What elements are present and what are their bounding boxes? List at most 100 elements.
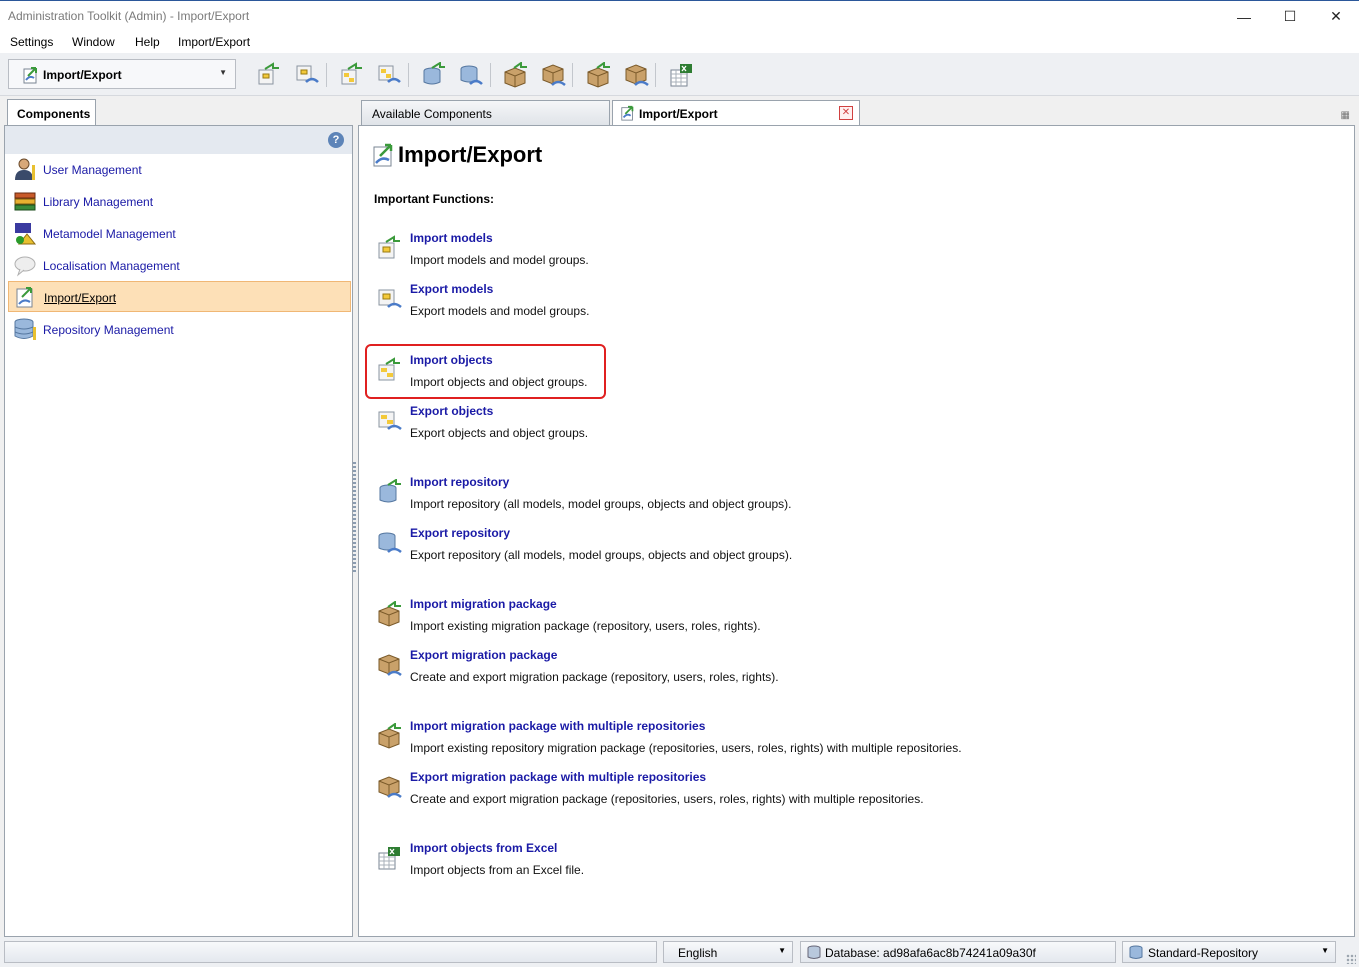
user-icon bbox=[15, 158, 35, 180]
section-heading: Important Functions: bbox=[374, 192, 494, 206]
function-link[interactable]: Import migration package with multiple r… bbox=[410, 719, 705, 733]
import-export-icon bbox=[373, 143, 393, 167]
window-title: Administration Toolkit (Admin) - Import/… bbox=[8, 9, 250, 23]
menu-window[interactable]: Window bbox=[72, 35, 115, 49]
menu-settings[interactable]: Settings bbox=[10, 35, 53, 49]
export-repository-icon[interactable] bbox=[458, 62, 484, 88]
function-link[interactable]: Import objects bbox=[410, 353, 493, 367]
function-link[interactable]: Import models bbox=[410, 231, 493, 245]
close-tab-icon[interactable]: ✕ bbox=[839, 106, 853, 120]
menu-import-export[interactable]: Import/Export bbox=[178, 35, 250, 49]
export-migration-icon[interactable] bbox=[540, 62, 566, 88]
component-select[interactable]: Import/Export ▼ bbox=[8, 59, 236, 89]
panel-splitter[interactable] bbox=[353, 462, 356, 574]
database-icon bbox=[807, 945, 821, 959]
help-icon[interactable]: ? bbox=[328, 132, 344, 148]
close-button[interactable]: ✕ bbox=[1313, 1, 1359, 32]
component-select-value: Import/Export bbox=[43, 68, 122, 82]
function-export-migration-package: Export migration package Create and expo… bbox=[359, 648, 1259, 694]
function-description: Import models and model groups. bbox=[410, 253, 589, 267]
function-import-migration-multi: Import migration package with multiple r… bbox=[359, 719, 1259, 765]
menu-help[interactable]: Help bbox=[135, 35, 160, 49]
nav-item-label: Repository Management bbox=[43, 323, 174, 337]
function-link[interactable]: Import migration package bbox=[410, 597, 557, 611]
database-icon bbox=[1129, 945, 1143, 959]
function-description: Import existing repository migration pac… bbox=[410, 741, 962, 755]
function-export-migration-multi: Export migration package with multiple r… bbox=[359, 770, 1259, 816]
toolbar-separator bbox=[490, 63, 491, 87]
nav-item-import-export[interactable]: Import/Export bbox=[8, 281, 351, 312]
nav-item-localisation-management[interactable]: Localisation Management bbox=[8, 250, 351, 281]
import-objects-icon bbox=[378, 357, 400, 381]
export-migration-multi-icon bbox=[378, 776, 402, 798]
function-link[interactable]: Export models bbox=[410, 282, 493, 296]
database-id: Database: ad98afa6ac8b74241a09a30f bbox=[825, 946, 1036, 960]
function-import-models: Import models Import models and model gr… bbox=[359, 231, 1259, 277]
status-message-area bbox=[4, 941, 657, 963]
function-link[interactable]: Export migration package with multiple r… bbox=[410, 770, 706, 784]
import-export-icon bbox=[16, 287, 33, 308]
nav-item-metamodel-management[interactable]: Metamodel Management bbox=[8, 218, 351, 249]
import-migration-icon bbox=[378, 601, 401, 627]
database-status: Database: ad98afa6ac8b74241a09a30f bbox=[800, 941, 1116, 963]
function-link[interactable]: Export repository bbox=[410, 526, 510, 540]
export-migration-multi-icon[interactable] bbox=[623, 62, 649, 88]
export-objects-icon bbox=[378, 411, 402, 430]
maximize-button[interactable]: ☐ bbox=[1267, 1, 1313, 32]
nav-item-label: User Management bbox=[43, 163, 142, 177]
function-description: Import repository (all models, model gro… bbox=[410, 497, 792, 511]
database-icon bbox=[14, 318, 36, 340]
function-description: Import existing migration package (repos… bbox=[410, 619, 761, 633]
function-description: Import objects and object groups. bbox=[410, 375, 588, 389]
nav-item-repository-management[interactable]: Repository Management bbox=[8, 314, 351, 345]
import-models-icon[interactable] bbox=[255, 62, 281, 88]
nav-item-label: Localisation Management bbox=[43, 259, 180, 273]
import-excel-icon[interactable] bbox=[668, 62, 694, 88]
export-objects-icon[interactable] bbox=[376, 62, 402, 88]
function-import-objects: Import objects Import objects and object… bbox=[359, 353, 1259, 399]
tab-available-components[interactable]: Available Components bbox=[361, 100, 610, 126]
tab-label: Import/Export bbox=[639, 107, 718, 121]
resize-grip-icon[interactable] bbox=[1346, 954, 1356, 964]
import-models-icon bbox=[378, 235, 400, 259]
function-link[interactable]: Import repository bbox=[410, 475, 509, 489]
import-objects-icon[interactable] bbox=[338, 62, 364, 88]
import-export-icon bbox=[23, 67, 37, 84]
repository-value: Standard-Repository bbox=[1148, 946, 1259, 960]
chevron-down-icon: ▼ bbox=[219, 68, 227, 77]
tab-components[interactable]: Components bbox=[7, 99, 96, 126]
export-models-icon[interactable] bbox=[294, 62, 320, 88]
components-panel-header: ? bbox=[5, 126, 352, 154]
function-description: Create and export migration package (rep… bbox=[410, 792, 924, 806]
chevron-down-icon: ▼ bbox=[778, 946, 786, 955]
status-bar: English ▼ Database: ad98afa6ac8b74241a09… bbox=[0, 937, 1359, 967]
toolbar-separator bbox=[655, 63, 656, 87]
export-repository-icon bbox=[378, 532, 402, 553]
page-title: Import/Export bbox=[398, 142, 543, 167]
function-import-repository: Import repository Import repository (all… bbox=[359, 475, 1259, 521]
import-export-page: Import/Export Important Functions: Impor… bbox=[358, 125, 1355, 937]
nav-item-library-management[interactable]: Library Management bbox=[8, 186, 351, 217]
nav-item-label: Import/Export bbox=[44, 291, 117, 305]
repository-select[interactable]: Standard-Repository ▼ bbox=[1122, 941, 1336, 963]
minimize-button[interactable]: — bbox=[1221, 1, 1267, 32]
import-export-icon bbox=[621, 105, 634, 121]
function-description: Export models and model groups. bbox=[410, 304, 590, 318]
language-select[interactable]: English ▼ bbox=[663, 941, 793, 963]
import-migration-icon[interactable] bbox=[502, 62, 528, 88]
function-link[interactable]: Export objects bbox=[410, 404, 493, 418]
language-value: English bbox=[678, 946, 718, 960]
function-import-migration-package: Import migration package Import existing… bbox=[359, 597, 1259, 643]
nav-item-label: Library Management bbox=[43, 195, 154, 209]
function-link[interactable]: Export migration package bbox=[410, 648, 557, 662]
nav-item-user-management[interactable]: User Management bbox=[8, 154, 351, 185]
tab-import-export[interactable]: Import/Export ✕ bbox=[612, 100, 860, 126]
tab-menu-icon[interactable]: ▦ bbox=[1341, 110, 1350, 121]
function-link[interactable]: Import objects from Excel bbox=[410, 841, 557, 855]
export-migration-icon bbox=[378, 654, 402, 676]
import-repository-icon[interactable] bbox=[420, 62, 446, 88]
import-migration-multi-icon bbox=[378, 723, 401, 749]
import-migration-multi-icon[interactable] bbox=[585, 62, 611, 88]
menu-bar: Settings Window Help Import/Export bbox=[0, 32, 1359, 53]
library-icon bbox=[14, 192, 36, 211]
